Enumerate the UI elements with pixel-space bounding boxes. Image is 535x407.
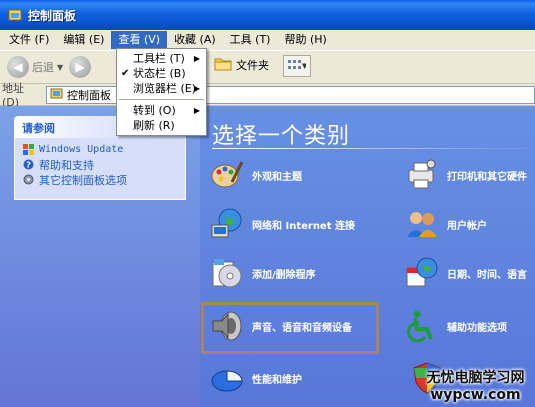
view-menu-item-refresh[interactable]: 刷新 (R) [117,118,206,133]
category-label: 日期、时间、语言 [447,269,527,281]
folder-icon [214,55,232,74]
menu-favorites[interactable]: 收藏 (A) [167,31,223,49]
forward-arrow-icon: ▶ [69,56,92,78]
menu-view[interactable]: 查看 (V) [111,31,168,49]
submenu-arrow-icon: ▶ [193,106,200,115]
category-network-internet[interactable]: 网络和 Internet 连接 [210,207,355,241]
category-label: 网络和 Internet 连接 [252,220,355,232]
windows-update-label: Windows Update [39,144,124,155]
user-accounts-icon [405,207,439,241]
forward-button[interactable]: ▶ [66,54,94,80]
menu-file[interactable]: 文件 (F) [2,31,56,49]
category-label: 添加/删除程序 [252,269,316,281]
help-icon: ? [23,159,34,170]
category-label: 用户帐户 [447,220,487,232]
highlight-box [201,302,379,354]
help-support-label: 帮助和支持 [39,158,94,172]
folders-button[interactable]: 文件夹 [214,55,269,74]
help-support-link[interactable]: ? 帮助和支持 [23,157,177,172]
watermark: 无忧电脑学习网 wypcw.com [418,370,533,406]
menu-item-label: 浏览器栏 (E) [133,82,197,95]
address-label: 地址 (D) [2,82,24,109]
menu-edit[interactable]: 编辑 (E) [56,31,111,49]
svg-text:▼: ▼ [302,62,306,70]
control-panel-small-icon [50,87,63,103]
checkmark-icon: ✔ [121,68,130,79]
category-printers-hardware[interactable]: 打印机和其它硬件 [405,158,527,192]
menu-item-label: 刷新 (R) [133,119,175,132]
view-menu-item-toolbars[interactable]: 工具栏 (T) ▶ [117,51,206,66]
menu-item-label: 状态栏 (B) [133,67,186,80]
menu-separator [119,99,204,100]
menu-help[interactable]: 帮助 (H) [277,31,333,49]
view-menu-dropdown: 工具栏 (T) ▶ ✔ 状态栏 (B) 浏览器栏 (E) ▶ 转到 (O) ▶ … [116,48,207,136]
back-dropdown-icon[interactable]: ▼ [57,63,63,72]
printer-hardware-icon [405,158,439,192]
submenu-arrow-icon: ▶ [193,84,200,93]
other-options-label: 其它控制面板选项 [39,173,127,187]
window-title: 控制面板 [28,8,77,23]
network-internet-icon [210,207,244,241]
views-button[interactable]: ▼ [283,55,311,77]
category-label: 外观和主题 [252,171,302,183]
task-pane: 请参阅 Windows Update ? 帮助和支持 其它控制面板选项 [0,106,200,407]
back-arrow-icon: ◀ [7,56,29,78]
back-label: 后退 [32,61,54,74]
gear-icon [23,174,34,185]
category-label: 打印机和其它硬件 [447,171,527,183]
menu-item-label: 工具栏 (T) [133,52,185,65]
windows-update-link[interactable]: Windows Update [23,142,177,157]
appearance-themes-icon [210,158,244,192]
menu-bar: 文件 (F) 编辑 (E) 查看 (V) 收藏 (A) 工具 (T) 帮助 (H… [0,30,535,50]
performance-maintenance-icon [210,361,244,395]
back-button[interactable]: ◀ 后退 ▼ [4,54,66,80]
category-add-remove-programs[interactable]: 添加/删除程序 [210,256,316,290]
svg-text:?: ? [26,161,31,170]
address-value: 控制面板 [67,88,111,102]
category-user-accounts[interactable]: 用户帐户 [405,207,487,241]
category-appearance-themes[interactable]: 外观和主题 [210,158,302,192]
menu-tools[interactable]: 工具 (T) [223,31,278,49]
views-grid-icon: ▼ [288,59,308,74]
see-also-list: Windows Update ? 帮助和支持 其它控制面板选项 [14,138,186,200]
view-menu-item-explorer-bar[interactable]: 浏览器栏 (E) ▶ [117,81,206,96]
submenu-arrow-icon: ▶ [193,54,200,63]
category-label: 性能和维护 [252,374,302,386]
watermark-line2: wypcw.com [430,387,521,403]
category-view: 选择一个类别 外观和主题 打印机和其它硬件 网络和 Internet 连接 用户… [200,106,535,407]
heading-divider [212,148,535,149]
watermark-line1: 无忧电脑学习网 [426,370,525,386]
category-performance-maintenance[interactable]: 性能和维护 [210,361,302,395]
menu-item-label: 转到 (O) [133,104,176,117]
add-remove-programs-icon [210,256,244,290]
date-time-language-icon [405,256,439,290]
other-options-link[interactable]: 其它控制面板选项 [23,172,177,187]
address-bar: 地址 (D) 控制面板 [0,82,535,109]
accessibility-icon [405,309,439,343]
folders-label: 文件夹 [236,58,269,72]
pick-category-heading: 选择一个类别 [212,124,351,149]
category-accessibility[interactable]: 辅助功能选项 [405,309,507,343]
windows-update-icon [23,144,34,155]
category-label: 辅助功能选项 [447,322,507,334]
view-menu-item-statusbar[interactable]: ✔ 状态栏 (B) [117,66,206,81]
category-date-time-language[interactable]: 日期、时间、语言 [405,256,527,290]
toolbar: ◀ 后退 ▼ ▶ 文件夹 ▼ [0,50,535,84]
view-menu-item-goto[interactable]: 转到 (O) ▶ [117,103,206,118]
control-panel-icon [8,8,22,22]
title-bar: 控制面板 [0,0,535,30]
